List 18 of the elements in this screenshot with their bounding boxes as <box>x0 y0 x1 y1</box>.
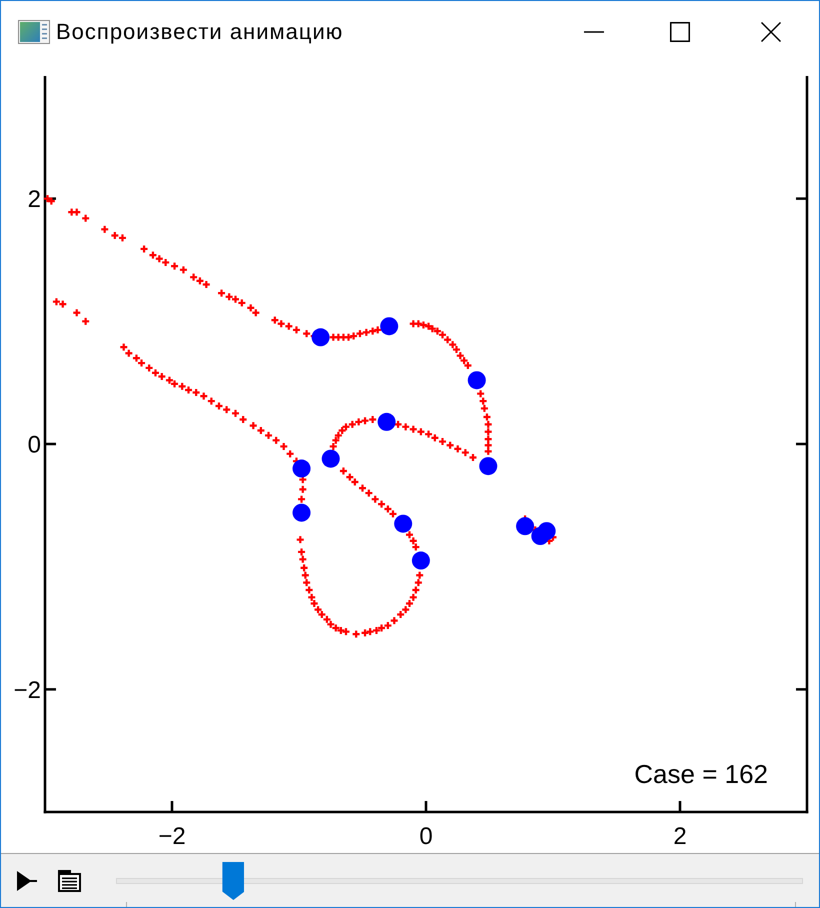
minimize-icon <box>584 30 604 32</box>
slider-track[interactable] <box>116 878 803 884</box>
y-tick-label: 0 <box>28 432 41 458</box>
x-tick-label: 2 <box>673 823 687 850</box>
x-tick-label: 0 <box>419 823 433 850</box>
slider-tick <box>126 902 127 907</box>
y-tick-label: −2 <box>14 676 41 704</box>
app-icon <box>18 20 50 44</box>
maximize-icon <box>670 22 690 42</box>
document-icon <box>58 870 80 892</box>
case-label: Case = 162 <box>634 759 768 789</box>
close-icon <box>761 22 781 42</box>
y-tick-label: 2 <box>28 186 41 214</box>
window-title: Воспроизвести анимацию <box>56 18 344 44</box>
x-tick-label: −2 <box>158 823 186 850</box>
slider-thumb[interactable] <box>222 862 244 900</box>
play-icon <box>17 870 37 890</box>
slider-tick <box>795 902 796 907</box>
